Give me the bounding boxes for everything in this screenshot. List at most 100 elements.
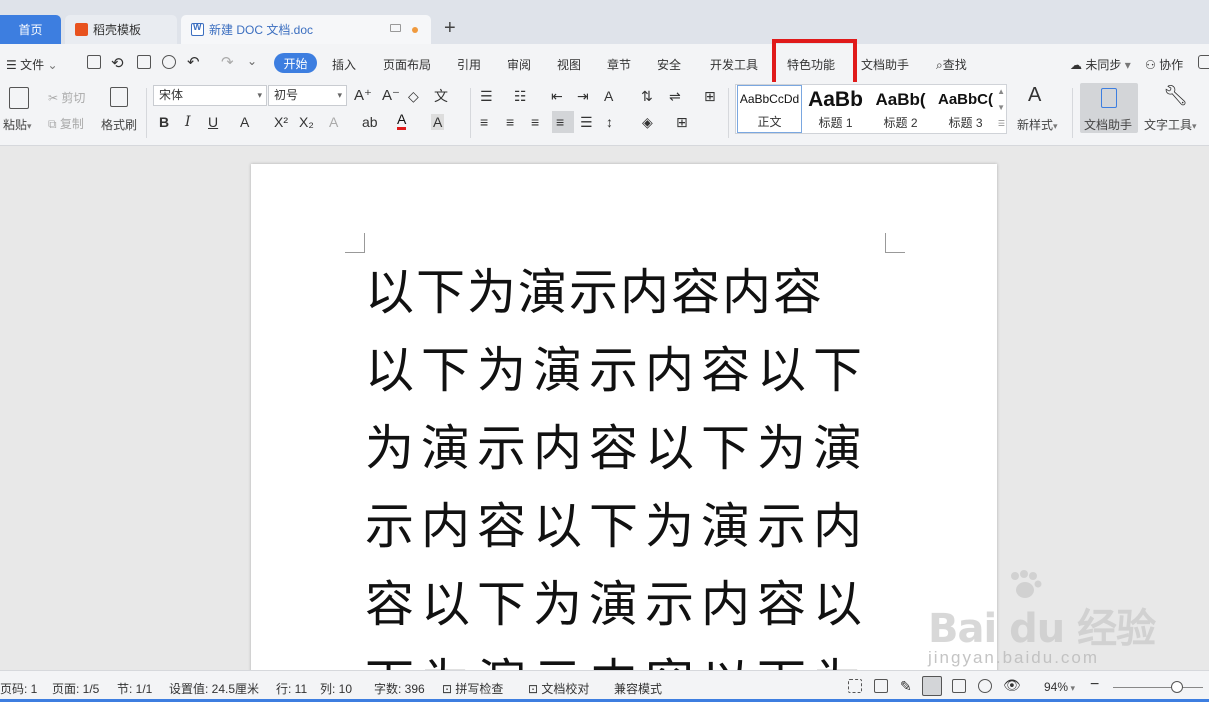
spell-check-button[interactable]: ⊡ 拼写检查 [442, 680, 503, 697]
document-body[interactable]: 以下为演示内容内容 以下为演示内容以下 为演示内容以下为演 示内容以下为演示内 … [365, 254, 895, 670]
line-break-icon[interactable]: ⇌ [669, 88, 681, 104]
align-right-icon[interactable]: ≡ [531, 114, 539, 130]
cut-button[interactable]: ✂ 剪切 [48, 89, 85, 106]
phonetic-icon[interactable]: 文 [434, 88, 448, 104]
share-icon[interactable] [1198, 55, 1209, 69]
redo-icon[interactable]: ↷ [221, 53, 234, 71]
proofread-button[interactable]: ⊡ 文档校对 [528, 680, 589, 697]
pen-icon[interactable]: ✎ [900, 678, 912, 695]
status-pages[interactable]: 页面: 1/5 [52, 680, 99, 697]
status-page[interactable]: 页码: 1 [0, 680, 37, 697]
format-painter-small-icon[interactable]: ⟲ [111, 54, 124, 72]
fullscreen-icon[interactable] [848, 679, 862, 693]
text-line[interactable]: 为演示内容以下为演 [365, 410, 895, 488]
format-painter-icon[interactable] [110, 87, 128, 107]
paste-icon[interactable] [9, 87, 29, 109]
highlight-color-icon[interactable]: ab [362, 114, 378, 130]
customize-dropdown-icon[interactable]: ⌄ [247, 54, 257, 68]
menu-find[interactable]: ⌕查找 [936, 56, 967, 73]
menu-review[interactable]: 审阅 [507, 56, 531, 73]
undo-icon[interactable]: ↶ [187, 53, 200, 71]
wrench-icon[interactable]: 🔧︎ [1163, 86, 1188, 106]
status-row[interactable]: 行: 11 [276, 680, 307, 697]
menu-file[interactable]: ☰ 文件 ⌄ [6, 56, 58, 73]
document-page[interactable]: 以下为演示内容内容 以下为演示内容以下 为演示内容以下为演 示内容以下为演示内 … [251, 164, 997, 670]
save-icon[interactable] [87, 55, 101, 69]
expand-gallery-icon[interactable]: ☰ [998, 119, 1005, 128]
style-normal[interactable]: AaBbCcDd 正文 [737, 85, 802, 133]
tab-home[interactable]: 首页 [0, 15, 61, 44]
eye-protect-icon[interactable]: 👁︎ [1003, 677, 1021, 694]
menu-reference[interactable]: 引用 [457, 56, 481, 73]
text-direction-icon[interactable]: A [604, 88, 613, 104]
reading-mode-icon[interactable] [874, 679, 888, 693]
justify-icon[interactable]: ≡ [552, 111, 574, 133]
superscript-icon[interactable]: X² [274, 114, 288, 130]
zoom-level[interactable]: 94% ▾ [1044, 680, 1075, 694]
tab-template[interactable]: 稻壳模板 [65, 15, 177, 44]
scroll-up-icon[interactable]: ▲ [997, 87, 1005, 96]
align-center-icon[interactable]: ≡ [506, 114, 514, 130]
text-line[interactable]: 下为演示内容以下为 [365, 644, 895, 670]
bold-icon[interactable]: B [159, 114, 169, 130]
tab-document[interactable]: 新建 DOC 文档.doc [181, 15, 431, 44]
style-heading-2[interactable]: AaBb( 标题 2 [868, 85, 933, 133]
style-heading-3[interactable]: AaBbC( 标题 3 [933, 85, 998, 133]
menu-start[interactable]: 开始 [274, 53, 317, 73]
text-line[interactable]: 示内容以下为演示内 [365, 488, 895, 566]
font-name-select[interactable]: 宋体 [153, 85, 267, 106]
menu-insert[interactable]: 插入 [332, 56, 356, 73]
shading-icon[interactable]: ◈ [642, 114, 653, 130]
zoom-slider-handle[interactable] [1171, 681, 1183, 693]
borders-icon[interactable]: ⊞ [676, 114, 688, 130]
numbered-list-icon[interactable]: ☷ [514, 88, 527, 104]
print-preview-icon[interactable] [162, 55, 176, 69]
font-size-select[interactable]: 初号 [268, 85, 347, 106]
status-setting[interactable]: 设置值: 24.5厘米 [169, 680, 259, 697]
text-line[interactable]: 以下为演示内容内容 [365, 254, 895, 332]
underline-icon[interactable]: U [208, 114, 218, 130]
line-spacing-icon[interactable]: ↕ [606, 114, 613, 130]
doc-assistant-button[interactable]: 文档助手 [1080, 83, 1138, 133]
subscript-icon[interactable]: X₂ [299, 114, 314, 130]
paste-button[interactable]: 粘贴▾ [3, 116, 32, 133]
status-word-count[interactable]: 字数: 396 [374, 680, 425, 697]
collaborate[interactable]: ⚇ 协作 [1145, 56, 1183, 73]
format-painter-button[interactable]: 格式刷 [101, 116, 137, 133]
print-icon[interactable] [137, 55, 151, 69]
status-section[interactable]: 节: 1/1 [117, 680, 152, 697]
zoom-slider-track[interactable] [1113, 687, 1203, 688]
align-left-icon[interactable]: ≡ [480, 114, 488, 130]
grow-font-icon[interactable]: A⁺ [354, 88, 372, 104]
menu-doc-assistant[interactable]: 文档助手 [861, 56, 909, 73]
shrink-font-icon[interactable]: A⁻ [382, 88, 400, 104]
show-marks-icon[interactable]: ⊞ [704, 88, 716, 104]
style-heading-1[interactable]: AaBb 标题 1 [803, 85, 868, 133]
text-effect-icon[interactable]: A [329, 114, 338, 130]
increase-indent-icon[interactable]: ⇥ [577, 88, 589, 104]
new-tab-plus-icon[interactable]: + [444, 18, 456, 38]
copy-button[interactable]: ⧉ 复制 [48, 115, 84, 132]
menu-layout[interactable]: 页面布局 [383, 56, 431, 73]
menu-developer[interactable]: 开发工具 [710, 56, 758, 73]
menu-security[interactable]: 安全 [657, 56, 681, 73]
zoom-out-icon[interactable]: − [1090, 676, 1099, 694]
distribute-icon[interactable]: ☰ [580, 114, 593, 130]
clear-format-icon[interactable]: ◇ [408, 88, 419, 104]
scroll-down-icon[interactable]: ▼ [997, 103, 1005, 112]
new-style-icon[interactable]: A [1028, 85, 1041, 105]
bullet-list-icon[interactable]: ☰ [480, 88, 493, 104]
text-tools-button[interactable]: 文字工具▾ [1144, 116, 1197, 133]
menu-chapter[interactable]: 章节 [607, 56, 631, 73]
menu-view[interactable]: 视图 [557, 56, 581, 73]
sync-status[interactable]: ☁ 未同步 ▾ [1070, 56, 1131, 73]
strikethrough-icon[interactable]: A [240, 114, 249, 130]
web-view-icon[interactable] [978, 679, 992, 693]
status-col[interactable]: 列: 10 [320, 680, 352, 697]
monitor-icon[interactable] [390, 24, 401, 32]
italic-icon[interactable]: I [185, 114, 191, 130]
decrease-indent-icon[interactable]: ⇤ [551, 88, 563, 104]
new-style-button[interactable]: 新样式▾ [1017, 116, 1058, 133]
text-line[interactable]: 以下为演示内容以下 [365, 332, 895, 410]
text-line[interactable]: 容以下为演示内容以 [365, 566, 895, 644]
